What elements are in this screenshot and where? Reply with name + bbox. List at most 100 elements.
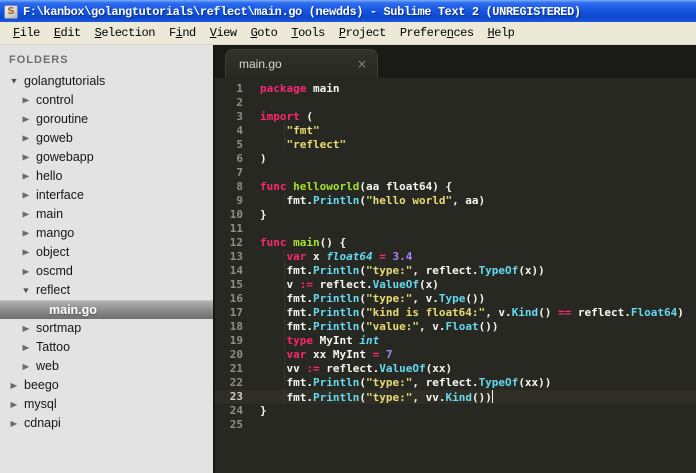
code-line-15[interactable]: 15 v := reflect.ValueOf(x): [215, 278, 696, 292]
indent-guide: [284, 362, 285, 376]
indent-guide: [284, 390, 285, 404]
folder-item-beego[interactable]: ▶ beego: [0, 376, 213, 395]
triangle-right-icon[interactable]: ▶: [20, 320, 32, 337]
code-line-4[interactable]: 4 "fmt": [215, 124, 696, 138]
tree-item-label: Tattoo: [36, 340, 71, 354]
code-line-2[interactable]: 2: [215, 96, 696, 110]
code-line-6[interactable]: 6): [215, 152, 696, 166]
tree-item-label: beego: [24, 378, 59, 392]
folder-item-tattoo[interactable]: ▶ Tattoo: [0, 338, 213, 357]
folder-item-sortmap[interactable]: ▶ sortmap: [0, 319, 213, 338]
code-line-11[interactable]: 11: [215, 222, 696, 236]
file-item-main.go[interactable]: main.go: [0, 300, 213, 319]
line-number: 4: [236, 124, 243, 137]
menu-tools[interactable]: Tools: [284, 22, 332, 44]
tree-item-label: control: [36, 93, 74, 107]
folder-item-main[interactable]: ▶ main: [0, 205, 213, 224]
code-line-5[interactable]: 5 "reflect": [215, 138, 696, 152]
triangle-right-icon[interactable]: ▶: [8, 396, 20, 413]
menu-goto[interactable]: Goto: [244, 22, 285, 44]
tab-close-icon[interactable]: ×: [357, 58, 367, 70]
menu-project[interactable]: Project: [332, 22, 393, 44]
folder-item-goweb[interactable]: ▶ goweb: [0, 129, 213, 148]
indent-guide: [284, 124, 285, 138]
line-number: 19: [229, 334, 243, 347]
code-line-16[interactable]: 16 fmt.Println("type:", v.Type()): [215, 292, 696, 306]
folder-item-hello[interactable]: ▶ hello: [0, 167, 213, 186]
title-bar[interactable]: S F:\kanbox\golangtutorials\reflect\main…: [0, 0, 696, 22]
code-line-9[interactable]: 9 fmt.Println("hello world", aa): [215, 194, 696, 208]
code-text: fmt.Println("value:", v.Float()): [260, 320, 499, 333]
triangle-right-icon[interactable]: ▶: [20, 111, 32, 128]
code-line-14[interactable]: 14 fmt.Println("type:", reflect.TypeOf(x…: [215, 264, 696, 278]
menu-edit[interactable]: Edit: [47, 22, 88, 44]
tab-label: main.go: [239, 57, 282, 71]
code-line-25[interactable]: 25: [215, 418, 696, 432]
code-text: vv := reflect.ValueOf(xx): [260, 362, 453, 375]
folder-item-control[interactable]: ▶ control: [0, 91, 213, 110]
code-line-23[interactable]: 23 fmt.Println("type:", vv.Kind()): [215, 390, 696, 404]
triangle-right-icon[interactable]: ▶: [8, 377, 20, 394]
folder-item-mango[interactable]: ▶ mango: [0, 224, 213, 243]
code-line-22[interactable]: 22 fmt.Println("type:", reflect.TypeOf(x…: [215, 376, 696, 390]
code-text: package main: [260, 82, 340, 95]
folder-item-oscmd[interactable]: ▶ oscmd: [0, 262, 213, 281]
code-line-17[interactable]: 17 fmt.Println("kind is float64:", v.Kin…: [215, 306, 696, 320]
line-number: 7: [236, 166, 243, 179]
triangle-right-icon[interactable]: ▶: [20, 244, 32, 261]
triangle-right-icon[interactable]: ▶: [20, 358, 32, 375]
folder-item-cdnapi[interactable]: ▶ cdnapi: [0, 414, 213, 433]
triangle-right-icon[interactable]: ▶: [20, 168, 32, 185]
tree-item-label: main: [36, 207, 64, 221]
code-line-7[interactable]: 7: [215, 166, 696, 180]
code-line-8[interactable]: 8 func helloworld(aa float64) {: [215, 180, 696, 194]
triangle-right-icon[interactable]: ▶: [20, 263, 32, 280]
code-line-21[interactable]: 21 vv := reflect.ValueOf(xx): [215, 362, 696, 376]
indent-guide: [284, 278, 285, 292]
triangle-right-icon[interactable]: ▶: [20, 187, 32, 204]
code-text: func helloworld(aa float64) {: [260, 180, 453, 193]
code-line-12[interactable]: 12 func main() {: [215, 236, 696, 250]
folder-item-web[interactable]: ▶ web: [0, 357, 213, 376]
tab-main-go[interactable]: main.go ×: [225, 49, 378, 78]
triangle-down-icon[interactable]: ▼: [20, 282, 32, 299]
code-line-18[interactable]: 18 fmt.Println("value:", v.Float()): [215, 320, 696, 334]
menu-find[interactable]: Find: [162, 22, 203, 44]
folder-item-golangtutorials[interactable]: ▼ golangtutorials: [0, 72, 213, 91]
triangle-right-icon[interactable]: ▶: [20, 149, 32, 166]
folder-item-mysql[interactable]: ▶ mysql: [0, 395, 213, 414]
code-line-10[interactable]: 10}: [215, 208, 696, 222]
folder-item-goroutine[interactable]: ▶ goroutine: [0, 110, 213, 129]
indent-guide: [284, 194, 285, 208]
triangle-right-icon[interactable]: ▶: [20, 339, 32, 356]
code-line-1[interactable]: 1 package main: [215, 82, 696, 96]
code-line-19[interactable]: 19 type MyInt int: [215, 334, 696, 348]
code-text: var x float64 = 3.4: [286, 250, 413, 263]
menu-view[interactable]: View: [203, 22, 244, 44]
code-text: fmt.Println("type:", vv.Kind()): [260, 390, 494, 404]
line-number: 9: [236, 194, 243, 207]
code-line-13[interactable]: 13 var x float64 = 3.4: [215, 250, 696, 264]
tree-item-label: hello: [36, 169, 63, 183]
triangle-down-icon[interactable]: ▼: [8, 73, 20, 90]
code-line-20[interactable]: 20 var xx MyInt = 7: [215, 348, 696, 362]
line-number: 10: [229, 208, 243, 221]
folder-item-object[interactable]: ▶ object: [0, 243, 213, 262]
menu-help[interactable]: Help: [481, 22, 522, 44]
triangle-right-icon[interactable]: ▶: [20, 130, 32, 147]
menu-selection[interactable]: Selection: [88, 22, 162, 44]
code-area[interactable]: 1 package main 2 3 import (4 "fmt" 5 "reflect…: [215, 78, 696, 473]
code-line-24[interactable]: 24}: [215, 404, 696, 418]
triangle-right-icon[interactable]: ▶: [20, 92, 32, 109]
code-line-3[interactable]: 3 import (: [215, 110, 696, 124]
triangle-right-icon[interactable]: ▶: [20, 206, 32, 223]
tree-item-label: web: [36, 359, 59, 373]
folder-item-gowebapp[interactable]: ▶ gowebapp: [0, 148, 213, 167]
menu-preferences[interactable]: Preferences: [393, 22, 481, 44]
menu-file[interactable]: File: [6, 22, 47, 44]
folder-item-interface[interactable]: ▶ interface: [0, 186, 213, 205]
triangle-right-icon[interactable]: ▶: [8, 415, 20, 432]
line-number: 24: [229, 404, 243, 417]
folder-item-reflect[interactable]: ▼ reflect: [0, 281, 213, 300]
triangle-right-icon[interactable]: ▶: [20, 225, 32, 242]
